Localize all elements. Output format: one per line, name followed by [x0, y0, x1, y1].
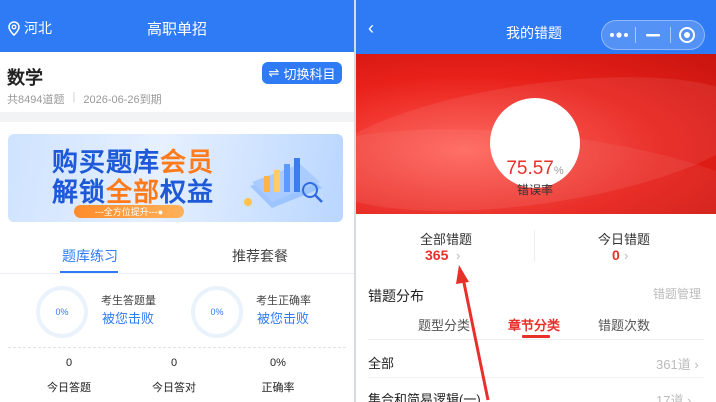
switch-subject-label: 切换科目 [283, 66, 336, 82]
tab-by-chapter[interactable]: 章节分类 [508, 315, 560, 334]
practice-tabs: 题库练习 推荐套餐 [0, 240, 354, 274]
all-errors-label: 全部错题 [420, 232, 473, 247]
error-rate-circle: 75.57% 错误率 [490, 98, 580, 197]
today-answered-value: 0 [65, 357, 73, 369]
top-bar: 河北 高职单招 [0, 0, 354, 52]
active-tab-indicator [522, 335, 550, 338]
section-gap [0, 112, 354, 122]
today-errors-chevron-icon[interactable]: › [624, 248, 628, 263]
close-button[interactable] [671, 21, 704, 49]
answer-volume-ring: 0% [36, 286, 88, 338]
subject-meta: 共8494道题 | 2026-06-26到期 [7, 91, 162, 107]
minimize-button[interactable] [636, 21, 669, 49]
bar-chart-illustration-icon [244, 158, 323, 208]
today-errors-label: 今日错题 [598, 232, 651, 247]
today-correct-value: 0 [170, 357, 178, 369]
screenshot-root: 河北 高职单招 数学 ⇌ 切换科目 共8494道题 | 2026-06-26到期… [0, 0, 716, 402]
accuracy-ring: 0% [191, 286, 243, 338]
all-errors-count[interactable]: 365 [425, 247, 448, 263]
back-chevron-icon[interactable]: ‹ [368, 18, 374, 39]
chapter-row-label[interactable]: 全部 [368, 353, 394, 372]
expiry-date: 2026-06-26到期 [83, 94, 162, 106]
question-bank-panel: 河北 高职单招 数学 ⇌ 切换科目 共8494道题 | 2026-06-26到期… [0, 0, 354, 402]
row-separator [368, 377, 704, 378]
chapter-row-label[interactable]: 集合和简易逻辑(一) [368, 389, 481, 402]
switch-subject-button[interactable]: ⇌ 切换科目 [262, 62, 342, 84]
accuracy-rank[interactable]: 被您击败 [257, 308, 309, 327]
question-count: 共8494道题 [7, 94, 65, 106]
meta-divider: | [72, 91, 76, 103]
subject-title: 数学 [7, 68, 43, 88]
page-title: 高职单招 [146, 21, 207, 38]
error-rate-value: 75.57% [506, 158, 564, 179]
tab-by-question-type[interactable]: 题型分类 [418, 315, 470, 334]
accuracy-label: 考生正确率 [256, 295, 311, 307]
tab-recommended-package[interactable]: 推荐套餐 [232, 246, 288, 266]
minimize-icon [645, 34, 660, 37]
error-rate-label: 错误率 [516, 183, 553, 197]
manage-errors-link[interactable]: 错题管理 [653, 285, 701, 302]
today-errors-count[interactable]: 0 [612, 247, 620, 263]
wrong-questions-panel: ‹ 我的错题 75.57% 错误率 全部错题 365 › 今日错题 0 › 错题… [356, 0, 716, 402]
summary-divider [534, 230, 535, 262]
error-rate-hero: 75.57% 错误率 [356, 54, 716, 214]
chapter-row-count[interactable]: 17道 › [656, 390, 691, 402]
top-bar: ‹ 我的错题 [356, 0, 716, 54]
active-tab-indicator [60, 271, 118, 273]
swap-icon: ⇌ [268, 65, 280, 80]
banner-pill: ---全方位提升---● [74, 205, 184, 218]
membership-banner[interactable]: 购买题库会员 解锁全部权益 ---全方位提升---● [8, 134, 343, 222]
chevron-right-icon: › [687, 393, 692, 402]
accuracy-value: 0% [270, 357, 286, 369]
more-dots-icon [609, 32, 628, 38]
more-options-button[interactable] [602, 21, 635, 49]
dashed-divider [8, 347, 346, 348]
today-correct-label: 今日答对 [152, 382, 196, 394]
page-title: 我的错题 [506, 25, 562, 41]
tab-separator [368, 339, 704, 340]
chapter-row-count[interactable]: 361道 › [656, 354, 699, 373]
tab-by-error-count[interactable]: 错题次数 [598, 315, 650, 334]
mini-program-capsule [601, 20, 705, 50]
chevron-right-icon: › [694, 357, 699, 372]
accuracy-rate-label: 正确率 [261, 382, 295, 394]
answer-volume-rank[interactable]: 被您击败 [102, 308, 154, 327]
banner-line-2: 解锁全部权益 [52, 178, 215, 208]
tab-question-practice[interactable]: 题库练习 [62, 246, 118, 266]
section-title: 错题分布 [368, 288, 424, 304]
today-answered-label: 今日答题 [47, 382, 91, 394]
all-errors-chevron-icon[interactable]: › [456, 248, 460, 263]
close-target-icon [679, 27, 696, 43]
answer-volume-label: 考生答题量 [101, 295, 156, 307]
